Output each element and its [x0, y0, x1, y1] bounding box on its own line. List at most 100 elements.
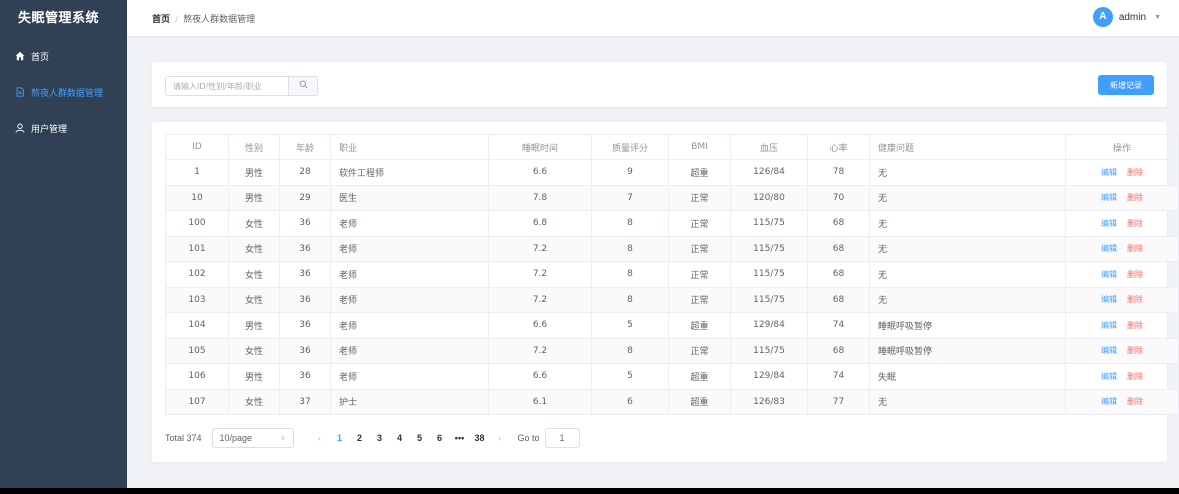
sidebar-item-sleep-data[interactable]: 熬夜人群数据管理	[0, 74, 127, 110]
table-cell: 8	[591, 236, 669, 262]
breadcrumb-current: 熬夜人群数据管理	[183, 15, 256, 25]
search-button[interactable]	[288, 77, 317, 95]
table-row: 105 女性 36 老师 7.2 8 正常 115/75 68 睡眠呼吸暂停 编辑 删除	[165, 338, 1179, 364]
delete-button[interactable]: 删除	[1127, 397, 1143, 406]
table-cell: 120/80	[730, 185, 808, 211]
table-cell: 7	[591, 185, 669, 211]
table-cell: 5	[591, 363, 669, 390]
table-cell: 68	[807, 338, 870, 364]
table-cell: 正常	[668, 287, 731, 313]
edit-button[interactable]: 编辑	[1101, 270, 1117, 279]
table-cell: 男性	[228, 363, 280, 390]
table-cell: 68	[807, 261, 870, 288]
table-row: 10 男性 29 医生 7.8 7 正常 120/80 70 无 编辑 删除	[165, 185, 1179, 211]
delete-button[interactable]: 删除	[1127, 372, 1143, 381]
next-page-button[interactable]: ›	[490, 433, 510, 443]
sidebar-item-label: 首页	[31, 52, 50, 63]
top-bar: 首页 / 熬夜人群数据管理 A admin ▼	[127, 0, 1179, 36]
sidebar-item-label: 用户管理	[31, 124, 68, 135]
edit-button[interactable]: 编辑	[1101, 346, 1117, 355]
home-icon	[15, 51, 25, 61]
sidebar-item-users[interactable]: 用户管理	[0, 110, 127, 146]
delete-button[interactable]: 删除	[1127, 321, 1143, 330]
edit-button[interactable]: 编辑	[1101, 321, 1117, 330]
delete-button[interactable]: 删除	[1127, 295, 1143, 304]
goto-group: Go to	[518, 428, 580, 448]
username: admin	[1118, 11, 1147, 23]
edit-button[interactable]: 编辑	[1101, 219, 1117, 228]
edit-button[interactable]: 编辑	[1101, 372, 1117, 381]
edit-button[interactable]: 编辑	[1101, 244, 1117, 253]
table-cell: 老师	[330, 261, 489, 288]
document-icon	[15, 87, 25, 97]
table-cell: 老师	[330, 363, 489, 390]
table-cell: 正常	[668, 236, 731, 262]
edit-button[interactable]: 编辑	[1101, 168, 1117, 177]
table-cell: 超重	[668, 363, 731, 390]
table-cell: 睡眠呼吸暂停	[869, 312, 1066, 339]
table-row: 1 男性 28 软件工程师 6.6 9 超重 126/84 78 无 编辑 删除	[165, 159, 1179, 186]
table-cell: 36	[279, 338, 331, 364]
page-button-2[interactable]: 2	[350, 433, 370, 443]
edit-button[interactable]: 编辑	[1101, 193, 1117, 202]
page-button-4[interactable]: 4	[390, 433, 410, 443]
page-button-6[interactable]: 6	[430, 433, 450, 443]
column-header: 质量评分	[591, 134, 669, 160]
table-cell: 9	[591, 159, 669, 186]
delete-button[interactable]: 删除	[1127, 168, 1143, 177]
table-cell: 106	[165, 363, 229, 390]
table-cell: 68	[807, 287, 870, 313]
prev-page-button[interactable]: ‹	[310, 433, 330, 443]
user-menu[interactable]: A admin ▼	[1092, 7, 1161, 27]
actions-cell: 编辑 删除	[1065, 338, 1179, 364]
delete-button[interactable]: 删除	[1127, 346, 1143, 355]
table-cell: 36	[279, 312, 331, 339]
table-cell: 7.2	[488, 338, 592, 364]
table-cell: 6.6	[488, 312, 592, 339]
delete-button[interactable]: 删除	[1127, 270, 1143, 279]
table-cell: 无	[869, 159, 1066, 186]
table-cell: 无	[869, 236, 1066, 262]
delete-button[interactable]: 删除	[1127, 244, 1143, 253]
table-cell: 6.8	[488, 210, 592, 237]
edit-button[interactable]: 编辑	[1101, 397, 1117, 406]
table-cell: 正常	[668, 338, 731, 364]
caret-down-icon: ▼	[1154, 13, 1161, 21]
table-cell: 女性	[228, 338, 280, 364]
table-cell: 6	[591, 389, 669, 415]
table-card: ID 性别 年龄 职业 睡眠时间 质量评分 BMI 血压 心率 健康问题 操作 …	[152, 122, 1179, 462]
edit-button[interactable]: 编辑	[1101, 295, 1117, 304]
table-cell: 103	[165, 287, 229, 313]
table-cell: 126/84	[730, 159, 808, 186]
search-input[interactable]	[166, 77, 289, 95]
table-cell: 6.6	[488, 159, 592, 186]
table-cell: 102	[165, 261, 229, 288]
sidebar-item-home[interactable]: 首页	[0, 38, 127, 74]
goto-input[interactable]	[544, 428, 580, 448]
delete-button[interactable]: 删除	[1127, 193, 1143, 202]
table-cell: 1	[165, 159, 229, 186]
breadcrumb-home[interactable]: 首页	[152, 15, 170, 25]
table-cell: 8	[591, 210, 669, 237]
add-record-button[interactable]: 新增记录	[1098, 75, 1154, 95]
table-cell: 115/75	[730, 287, 808, 313]
page-button-3[interactable]: 3	[370, 433, 390, 443]
delete-button[interactable]: 删除	[1127, 219, 1143, 228]
page-button-38[interactable]: 38	[470, 433, 490, 443]
page-button-5[interactable]: 5	[410, 433, 430, 443]
table-cell: 104	[165, 312, 229, 339]
page-button-1[interactable]: 1	[330, 433, 350, 443]
table-cell: 超重	[668, 312, 731, 339]
page-size-select[interactable]: 10/page ∨	[211, 428, 294, 448]
table-cell: 老师	[330, 236, 489, 262]
table-cell: 老师	[330, 210, 489, 237]
actions-cell: 编辑 删除	[1065, 261, 1179, 288]
table-cell: 37	[279, 389, 331, 415]
table-cell: 失眠	[869, 363, 1066, 390]
table-cell: 正常	[668, 210, 731, 237]
app-window: 失眠管理系统 首页 熬夜人群数据管理 用户管理 首页 / 熬夜人群数据管理 A ad…	[0, 0, 1179, 488]
table-cell: 无	[869, 261, 1066, 288]
table-cell: 医生	[330, 185, 489, 211]
table-cell: 10	[165, 185, 229, 211]
more-pages-button[interactable]: •••	[450, 433, 470, 443]
